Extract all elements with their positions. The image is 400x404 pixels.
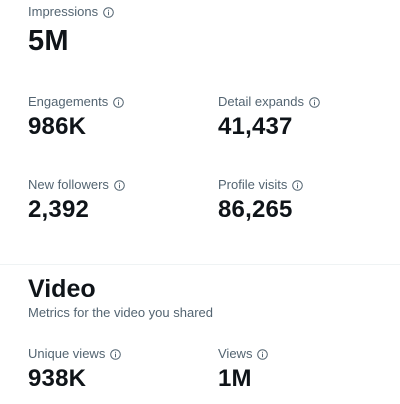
section-divider bbox=[0, 264, 400, 265]
metric-value-detail-expands: 41,437 bbox=[218, 113, 293, 140]
metric-label-unique-views: Unique views bbox=[28, 346, 106, 361]
metric-label-views: Views bbox=[218, 346, 253, 361]
metric-new-followers: New followers 2,392 bbox=[28, 177, 125, 224]
metric-label-row: Detail expands bbox=[218, 94, 320, 110]
metric-label-row: Unique views bbox=[28, 346, 122, 362]
metric-label-impressions: Impressions bbox=[28, 4, 99, 19]
info-icon[interactable] bbox=[114, 179, 125, 191]
info-icon[interactable] bbox=[103, 6, 114, 18]
info-icon[interactable] bbox=[257, 348, 269, 360]
info-icon[interactable] bbox=[113, 96, 125, 108]
info-icon[interactable] bbox=[292, 179, 304, 191]
metric-label-new-followers: New followers bbox=[28, 177, 109, 192]
metric-detail-expands: Detail expands 41,437 bbox=[218, 94, 320, 141]
metric-label-row: Impressions bbox=[28, 4, 114, 20]
metric-value-views: 1M bbox=[218, 365, 252, 392]
metric-label-row: New followers bbox=[28, 177, 125, 193]
video-section-title: Video bbox=[28, 275, 96, 303]
info-icon[interactable] bbox=[309, 96, 320, 108]
metric-impressions: Impressions 5M bbox=[28, 4, 114, 57]
metric-label-row: Profile visits bbox=[218, 177, 304, 193]
metric-label-row: Engagements bbox=[28, 94, 125, 110]
metric-value-unique-views: 938K bbox=[28, 365, 87, 392]
metric-value-engagements: 986K bbox=[28, 113, 87, 140]
metric-profile-visits: Profile visits 86,265 bbox=[218, 177, 304, 224]
metric-unique-views: Unique views 938K bbox=[28, 346, 122, 393]
metric-engagements: Engagements 986K bbox=[28, 94, 125, 141]
metric-label-engagements: Engagements bbox=[28, 94, 109, 109]
video-section-subtitle: Metrics for the video you shared bbox=[28, 305, 213, 320]
metric-label-profile-visits: Profile visits bbox=[218, 177, 288, 192]
metric-views: Views 1M bbox=[218, 346, 269, 393]
info-icon[interactable] bbox=[110, 348, 122, 360]
metric-value-impressions: 5M bbox=[28, 25, 69, 57]
metric-value-profile-visits: 86,265 bbox=[218, 196, 293, 223]
metric-value-new-followers: 2,392 bbox=[28, 196, 90, 223]
metric-label-detail-expands: Detail expands bbox=[218, 94, 304, 109]
metric-label-row: Views bbox=[218, 346, 269, 362]
